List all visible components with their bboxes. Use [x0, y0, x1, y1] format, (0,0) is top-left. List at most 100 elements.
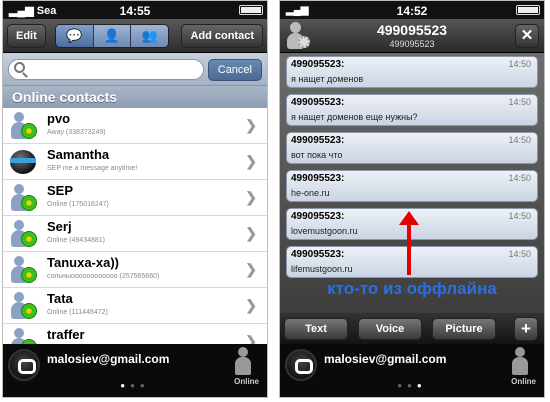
nav-bar: Edit 💬 👤 👥 Add contact: [3, 19, 267, 53]
search-input[interactable]: [8, 59, 204, 80]
icq-flower-icon: [9, 291, 39, 321]
battery-icon: [239, 5, 263, 15]
contact-status: Online (175016247): [47, 201, 109, 208]
text-button[interactable]: Text: [284, 318, 348, 340]
message-time: 14:50: [508, 59, 531, 69]
messages-view-button[interactable]: 💬: [56, 25, 94, 47]
online-status-icon[interactable]: [233, 347, 253, 377]
message-time: 14:50: [508, 173, 531, 183]
message-sender: 499095523:: [291, 135, 345, 146]
chevron-right-icon: ❯: [245, 189, 257, 205]
contact-name: Samantha: [47, 147, 110, 162]
chat-screen: ▂▄▆ 14:52 499095523 499095523 ✕ 49909552…: [279, 0, 545, 398]
chevron-right-icon: ❯: [245, 117, 257, 133]
chevron-right-icon: ❯: [245, 297, 257, 313]
online-status-icon[interactable]: [510, 347, 530, 377]
section-header: Online contacts: [3, 86, 267, 108]
message-sender: 499095523:: [291, 173, 345, 184]
message-sender: 499095523:: [291, 59, 345, 70]
contact-row[interactable]: SEP Online (175016247) ❯: [3, 180, 267, 216]
contact-name: Serj: [47, 219, 72, 234]
contact-row[interactable]: Serj Online (49434881) ❯: [3, 216, 267, 252]
message-time: 14:50: [508, 135, 531, 145]
account-email: malosiev@gmail.com: [47, 352, 170, 366]
icq-flower-icon: [9, 255, 39, 285]
close-button[interactable]: ✕: [515, 24, 539, 48]
contact-status: Online (49434881): [47, 237, 105, 244]
message-bubble: 499095523: 14:50 he-one.ru: [286, 170, 538, 202]
chevron-right-icon: ❯: [245, 261, 257, 277]
cancel-button[interactable]: Cancel: [207, 59, 262, 81]
message-sender: 499095523:: [291, 97, 345, 108]
chat-title-bar: 499095523 499095523 ✕: [280, 19, 544, 53]
chevron-right-icon: ❯: [245, 153, 257, 169]
message-text: lifemustgoon.ru: [291, 264, 353, 274]
chevron-right-icon: ❯: [245, 225, 257, 241]
group-view-button[interactable]: 👥: [131, 25, 168, 47]
message-bubble: 499095523: 14:50 я нащет доменов: [286, 56, 538, 88]
clock: 14:55: [119, 4, 151, 18]
people-icon: 👥: [141, 28, 158, 43]
message-text: я нащет доменов еще нужны?: [291, 112, 418, 122]
voice-button[interactable]: Voice: [358, 318, 422, 340]
page-indicator: ●●●: [397, 381, 427, 390]
message-time: 14:50: [508, 211, 531, 221]
contact-name: traffer: [47, 327, 85, 342]
icq-flower-clock-icon: [9, 111, 39, 141]
add-contact-button[interactable]: Add contact: [181, 24, 263, 48]
chat-bubble-icon: 💬: [66, 28, 83, 43]
contact-row[interactable]: pvo Away (338373249) ❯: [3, 108, 267, 144]
contact-name: SEP: [47, 183, 74, 198]
contact-name: Tanuxa-xa)): [47, 255, 119, 270]
message-bubble: 499095523: 14:50 вот пока что: [286, 132, 538, 164]
message-text: lovemustgoon.ru: [291, 226, 358, 236]
close-icon: ✕: [520, 27, 534, 44]
search-icon: [14, 62, 25, 73]
contacts-screen: ▂▄▆ Sea 14:55 Edit 💬 👤 👥 Add contact Can…: [2, 0, 268, 398]
message-text: he-one.ru: [291, 188, 330, 198]
contact-status: Online (111448472): [47, 309, 108, 316]
annotation-arrow-shaft: [407, 223, 411, 275]
icq-flower-icon: [9, 183, 39, 213]
message-time: 14:50: [508, 97, 531, 107]
message-time: 14:50: [508, 249, 531, 259]
contact-name: Tata: [47, 291, 73, 306]
message-sender: 499095523:: [291, 249, 345, 260]
account-email: malosiev@gmail.com: [324, 352, 447, 366]
contact-status: Away (338373249): [47, 129, 106, 136]
contact-status: сольныоооооооооооо (257565660): [47, 273, 160, 280]
message-bubble: 499095523: 14:50 я нащет доменов еще нуж…: [286, 94, 538, 126]
chat-title: 499095523: [376, 22, 448, 38]
account-bar: malosiev@gmail.com Online ●●●: [280, 344, 544, 397]
add-button[interactable]: +: [514, 317, 538, 341]
status-bar: ▂▄▆ Sea 14:55: [3, 1, 267, 19]
message-text: я нащет доменов: [291, 74, 364, 84]
battery-icon: [516, 5, 540, 15]
account-bar: malosiev@gmail.com Online ●●●: [3, 344, 267, 397]
icq-flower-icon: [9, 219, 39, 249]
compose-action-bar: Text Voice Picture +: [280, 313, 544, 346]
message-list[interactable]: 499095523: 14:50 я нащет доменов 4990955…: [280, 53, 544, 313]
contact-row[interactable]: Tanuxa-xa)) сольныоооооооооооо (25756566…: [3, 252, 267, 288]
annotation-caption: кто-то из оффлайна: [327, 279, 497, 298]
edit-button[interactable]: Edit: [7, 24, 46, 48]
contact-name: pvo: [47, 111, 71, 126]
clock: 14:52: [396, 4, 428, 18]
app-logo-icon[interactable]: [285, 349, 317, 381]
status-bar: ▂▄▆ 14:52: [280, 1, 544, 19]
view-segmented-control: 💬 👤 👥: [55, 24, 169, 48]
message-sender: 499095523:: [291, 211, 345, 222]
person-icon: 👤: [103, 28, 121, 43]
app-logo-icon[interactable]: [8, 349, 40, 381]
contact-row[interactable]: Samantha SEP me a message anytime! ❯: [3, 144, 267, 180]
contact-row[interactable]: Tata Online (111448472) ❯: [3, 288, 267, 324]
aim-buddy-icon: [9, 147, 39, 177]
message-bubble: 499095523: 14:50 lifemustgoon.ru: [286, 246, 538, 278]
contact-status: SEP me a message anytime!: [47, 165, 138, 172]
picture-button[interactable]: Picture: [432, 318, 496, 340]
single-contact-view-button[interactable]: 👤: [93, 25, 132, 47]
chat-subtitle: 499095523: [389, 39, 435, 49]
message-text: вот пока что: [291, 150, 343, 160]
page-indicator: ●●●: [120, 381, 150, 390]
search-bar: Cancel: [3, 53, 267, 86]
